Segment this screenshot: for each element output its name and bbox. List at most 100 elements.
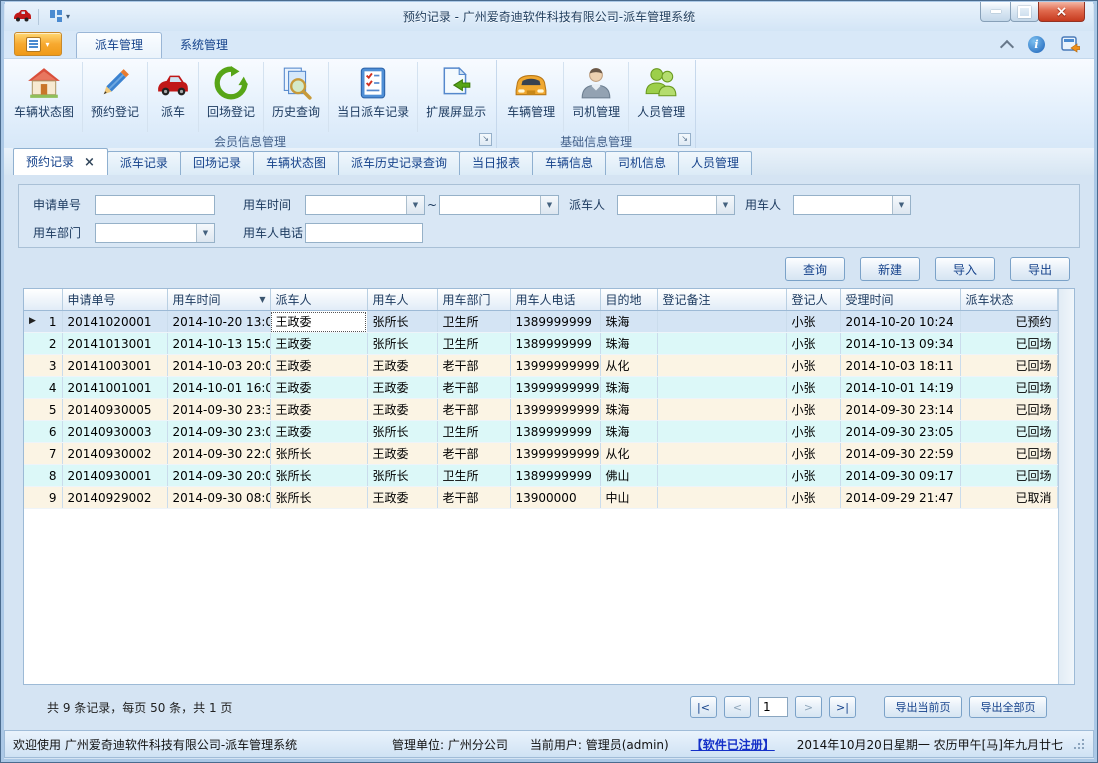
table-cell[interactable]: 1389999999	[510, 421, 600, 443]
table-cell[interactable]: 小张	[786, 487, 840, 509]
table-row[interactable]: 8201409300012014-09-30 20:00张所长张所长卫生所138…	[24, 465, 1057, 487]
table-cell[interactable]: 珠海	[600, 421, 657, 443]
car-user-combo[interactable]: ▼	[793, 195, 911, 215]
row-header[interactable]: 7	[24, 443, 62, 465]
table-cell[interactable]: 张所长	[367, 465, 437, 487]
table-cell[interactable]: 20140929002	[62, 487, 167, 509]
table-cell[interactable]	[657, 355, 786, 377]
table-cell[interactable]	[657, 311, 786, 333]
dispatcher-combo[interactable]: ▼	[617, 195, 735, 215]
table-row[interactable]: 3201410030012014-10-03 20:00王政委王政委老干部139…	[24, 355, 1057, 377]
table-cell[interactable]: 已回场	[960, 465, 1057, 487]
table-cell[interactable]: 珠海	[600, 333, 657, 355]
table-cell[interactable]: 已回场	[960, 421, 1057, 443]
column-header[interactable]: 用车部门	[437, 289, 510, 311]
table-row[interactable]: 6201409300032014-09-30 23:00王政委张所长卫生所138…	[24, 421, 1057, 443]
table-cell[interactable]: 王政委	[270, 377, 367, 399]
table-cell[interactable]: 2014-09-30 23:14	[840, 399, 960, 421]
table-cell[interactable]: 2014-10-03 18:11	[840, 355, 960, 377]
table-cell[interactable]: 从化	[600, 443, 657, 465]
table-cell[interactable]: 小张	[786, 443, 840, 465]
table-cell[interactable]: 小张	[786, 421, 840, 443]
table-cell[interactable]: 20141003001	[62, 355, 167, 377]
table-row[interactable]: 7201409300022014-09-30 22:00张所长王政委老干部139…	[24, 443, 1057, 465]
table-cell[interactable]: 珠海	[600, 377, 657, 399]
table-cell[interactable]: 2014-09-30 23:00	[167, 421, 270, 443]
department-combo[interactable]: ▼	[95, 223, 215, 243]
prev-page-button[interactable]: <	[724, 696, 751, 718]
table-cell[interactable]: 2014-10-01 16:00	[167, 377, 270, 399]
table-cell[interactable]: 已回场	[960, 399, 1057, 421]
table-cell[interactable]	[657, 377, 786, 399]
export-current-page-button[interactable]: 导出当前页	[884, 696, 962, 718]
table-cell[interactable]: 2014-10-13 09:34	[840, 333, 960, 355]
table-cell[interactable]: 张所长	[367, 421, 437, 443]
ribbon-button-today-dispatch-records[interactable]: 当日派车记录	[328, 62, 417, 132]
apply-no-input[interactable]	[95, 195, 215, 215]
doc-tab-daily-report[interactable]: 当日报表	[459, 151, 533, 175]
row-header[interactable]: ▶1	[24, 311, 62, 333]
next-page-button[interactable]: >	[795, 696, 822, 718]
table-cell[interactable]: 王政委	[367, 487, 437, 509]
ribbon-button-vehicle-status-map[interactable]: 车辆状态图	[6, 62, 82, 132]
ribbon-button-extend-screen[interactable]: 扩展屏显示	[417, 62, 494, 132]
table-cell[interactable]: 13999999999	[510, 355, 600, 377]
table-cell[interactable]: 卫生所	[437, 333, 510, 355]
table-cell[interactable]: 老干部	[437, 443, 510, 465]
column-header[interactable]: 派车人	[270, 289, 367, 311]
tab-close-icon[interactable]: ×	[84, 156, 95, 169]
ribbon-button-reserve-register[interactable]: 预约登记	[82, 62, 147, 132]
column-filter-arrow-icon[interactable]: ▼	[259, 295, 265, 304]
ribbon-button-personnel-manage[interactable]: 人员管理	[628, 62, 693, 132]
export-all-pages-button[interactable]: 导出全部页	[969, 696, 1047, 718]
row-header[interactable]: 5	[24, 399, 62, 421]
table-cell[interactable]: 珠海	[600, 399, 657, 421]
table-cell[interactable]: 王政委	[367, 355, 437, 377]
ribbon-tab-system[interactable]: 系统管理	[162, 33, 246, 58]
table-cell[interactable]: 小张	[786, 355, 840, 377]
doc-tab-dispatch-history-query[interactable]: 派车历史记录查询	[338, 151, 460, 175]
table-cell[interactable]: 张所长	[270, 465, 367, 487]
table-cell[interactable]: 2014-09-30 09:17	[840, 465, 960, 487]
column-header[interactable]: 登记人	[786, 289, 840, 311]
table-cell[interactable]: 已回场	[960, 443, 1057, 465]
export-button[interactable]: 导出	[1010, 257, 1070, 281]
last-page-button[interactable]: >|	[829, 696, 856, 718]
about-window-icon[interactable]	[1061, 36, 1080, 53]
table-cell[interactable]: 20141001001	[62, 377, 167, 399]
table-cell[interactable]: 老干部	[437, 487, 510, 509]
table-cell[interactable]: 2014-09-30 23:05	[840, 421, 960, 443]
table-row[interactable]: 5201409300052014-09-30 23:30王政委王政委老干部139…	[24, 399, 1057, 421]
query-button[interactable]: 查询	[785, 257, 845, 281]
table-cell[interactable]: 卫生所	[437, 465, 510, 487]
doc-tab-reservation-records[interactable]: 预约记录 ×	[13, 148, 108, 175]
table-cell[interactable]: 王政委	[367, 377, 437, 399]
table-cell[interactable]: 1389999999	[510, 311, 600, 333]
doc-tab-return-records[interactable]: 回场记录	[180, 151, 254, 175]
doc-tab-dispatch-records[interactable]: 派车记录	[107, 151, 181, 175]
table-cell[interactable]: 已回场	[960, 333, 1057, 355]
table-cell[interactable]: 2014-10-01 14:19	[840, 377, 960, 399]
chevron-down-icon[interactable]: ▼	[716, 196, 734, 214]
column-header[interactable]: 受理时间	[840, 289, 960, 311]
doc-tab-driver-info[interactable]: 司机信息	[605, 151, 679, 175]
software-registered-link[interactable]: 【软件已注册】	[691, 736, 775, 753]
table-cell[interactable]: 老干部	[437, 355, 510, 377]
table-cell[interactable]: 珠海	[600, 311, 657, 333]
use-time-from-combo[interactable]: ▼	[305, 195, 425, 215]
user-phone-input[interactable]	[305, 223, 423, 243]
info-icon[interactable]: i	[1028, 36, 1045, 53]
table-cell[interactable]: 佛山	[600, 465, 657, 487]
table-cell[interactable]: 小张	[786, 311, 840, 333]
table-cell[interactable]: 已回场	[960, 377, 1057, 399]
table-cell[interactable]: 张所长	[270, 487, 367, 509]
table-cell[interactable]: 13999999999	[510, 399, 600, 421]
column-header[interactable]: 登记备注	[657, 289, 786, 311]
column-header[interactable]: 派车状态	[960, 289, 1057, 311]
grid-vertical-scrollbar[interactable]	[1058, 289, 1074, 684]
create-button[interactable]: 新建	[860, 257, 920, 281]
table-cell[interactable]: 13900000	[510, 487, 600, 509]
ribbon-button-dispatch[interactable]: 派车	[147, 62, 198, 132]
table-cell[interactable]: 20140930001	[62, 465, 167, 487]
table-cell[interactable]	[657, 399, 786, 421]
